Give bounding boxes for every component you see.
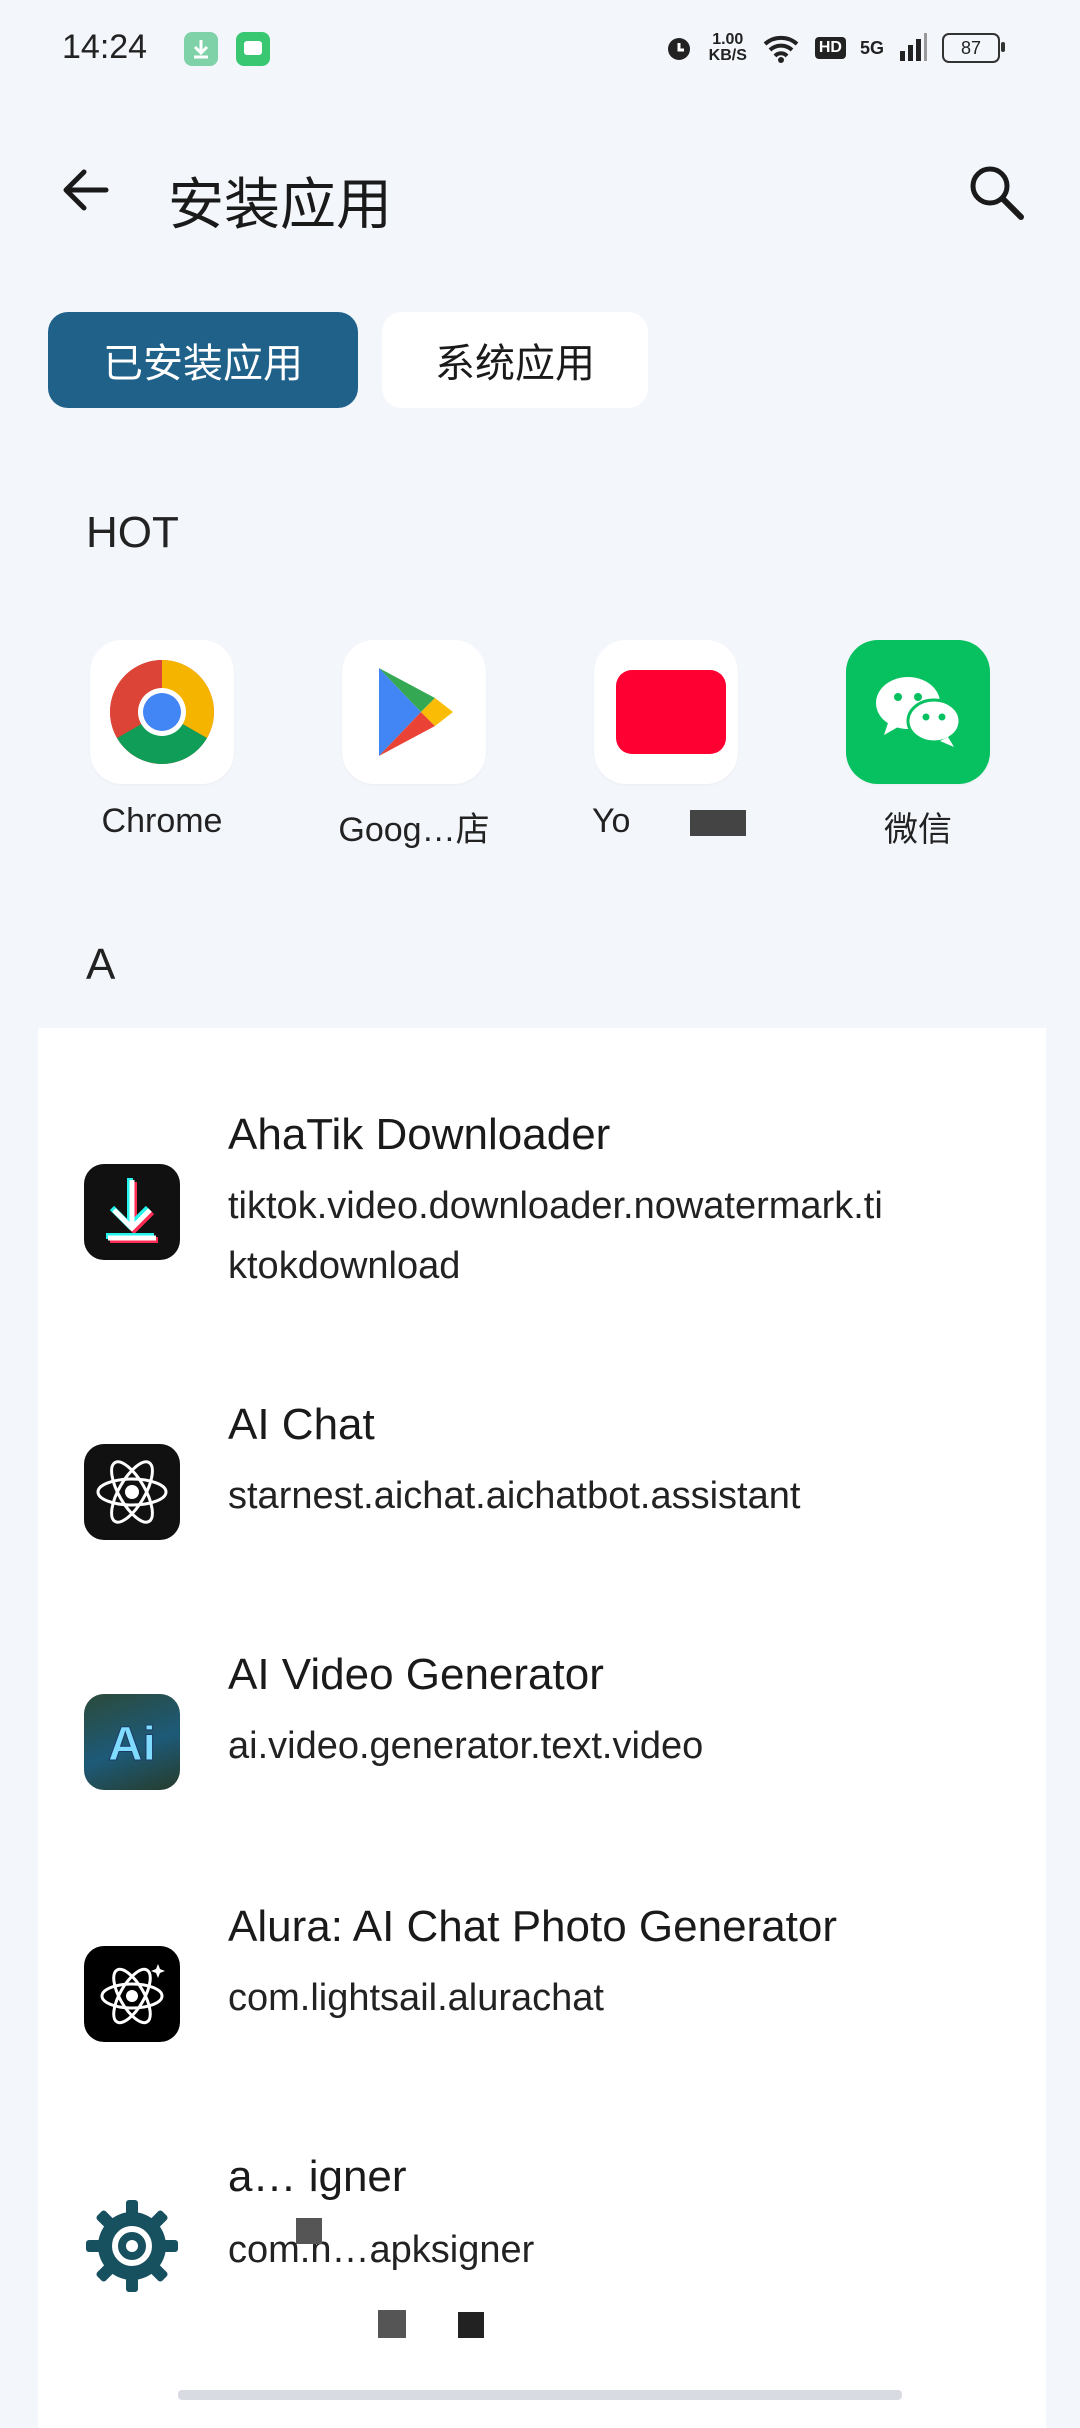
list-item[interactable]: a… igner com.h…apksigner bbox=[38, 2152, 1046, 2352]
status-right: 1.00 KB/S HD 5G 87 bbox=[663, 26, 1005, 70]
app-package: ai.video.generator.text.video bbox=[228, 1725, 704, 1767]
hot-app-name: 微信 bbox=[884, 811, 952, 849]
hot-app-youtube[interactable]: Yo bbox=[556, 640, 776, 841]
hot-app-name: Yo bbox=[556, 802, 776, 841]
atom-icon bbox=[84, 1444, 180, 1540]
app-list: AhaTik Downloader tiktok.video.downloade… bbox=[38, 1028, 1046, 2428]
svg-text:Ai: Ai bbox=[108, 1718, 156, 1771]
list-item[interactable]: AhaTik Downloader tiktok.video.downloade… bbox=[38, 1080, 1046, 1350]
hot-app-google-play[interactable]: Goog…店 bbox=[304, 640, 524, 851]
app-name: Alura: AI Chat Photo Generator bbox=[228, 1902, 838, 1951]
signal-icon bbox=[900, 33, 927, 61]
list-item[interactable]: Alura: AI Chat Photo Generator com.light… bbox=[38, 1900, 1046, 2100]
tab-installed-apps[interactable]: 已安装应用 bbox=[48, 312, 358, 408]
wechat-icon bbox=[846, 640, 990, 784]
app-name: AI Chat bbox=[228, 1400, 375, 1449]
scroll-indicator bbox=[178, 2390, 902, 2400]
alura-atom-icon bbox=[84, 1946, 180, 2042]
signal-5g: 5G bbox=[859, 37, 884, 58]
list-item[interactable]: AI Chat starnest.aichat.aichatbot.assist… bbox=[38, 1398, 1046, 1598]
hot-section-label: HOT bbox=[86, 508, 179, 557]
app-name: AI Video Generator bbox=[228, 1650, 604, 1699]
page-title: 安装应用 bbox=[168, 173, 392, 236]
app-name: AhaTik Downloader bbox=[228, 1110, 611, 1159]
tab-system-apps[interactable]: 系统应用 bbox=[382, 312, 648, 408]
section-a-label: A bbox=[86, 940, 116, 989]
hot-app-wechat[interactable]: 微信 bbox=[808, 640, 1028, 851]
app-package: tiktok.video.downloader.nowatermark.ti k… bbox=[228, 1185, 883, 1287]
app-package: com.lightsail.alurachat bbox=[228, 1977, 604, 2019]
status-time: 14:24 bbox=[62, 28, 148, 66]
app-name: a… igner bbox=[228, 2152, 407, 2201]
search-icon[interactable] bbox=[964, 160, 1028, 224]
app-package: starnest.aichat.aichatbot.assistant bbox=[228, 1475, 801, 1517]
gear-icon bbox=[84, 2198, 180, 2294]
hot-app-chrome[interactable]: Chrome bbox=[52, 640, 272, 841]
hot-app-name: Chrome bbox=[101, 802, 223, 840]
redacted-block bbox=[689, 810, 746, 837]
redacted-block bbox=[458, 2312, 484, 2338]
alarm-icon bbox=[667, 38, 690, 60]
hot-app-name: Goog…店 bbox=[338, 811, 490, 849]
youtube-icon bbox=[594, 640, 738, 784]
redacted-block bbox=[378, 2310, 406, 2338]
net-speed: 1.00 KB/S bbox=[708, 31, 747, 64]
battery-icon: 87 bbox=[942, 33, 1005, 63]
ai-video-icon: Ai bbox=[84, 1694, 180, 1790]
back-arrow-icon[interactable] bbox=[56, 160, 116, 220]
message-notif-icon bbox=[236, 32, 270, 66]
wifi-icon bbox=[763, 35, 799, 63]
app-package: com.h…apksigner bbox=[228, 2229, 535, 2271]
status-bar: 14:24 1.00 KB/S HD 5G 87 bbox=[0, 0, 1080, 96]
redacted-block bbox=[296, 2218, 322, 2244]
hd-badge: HD bbox=[814, 37, 846, 59]
list-item[interactable]: Ai AI Video Generator ai.video.generator… bbox=[38, 1648, 1046, 1848]
google-play-icon bbox=[342, 640, 486, 784]
download-app-icon bbox=[84, 1164, 180, 1260]
chrome-icon bbox=[90, 640, 234, 784]
download-notif-icon bbox=[184, 32, 218, 66]
